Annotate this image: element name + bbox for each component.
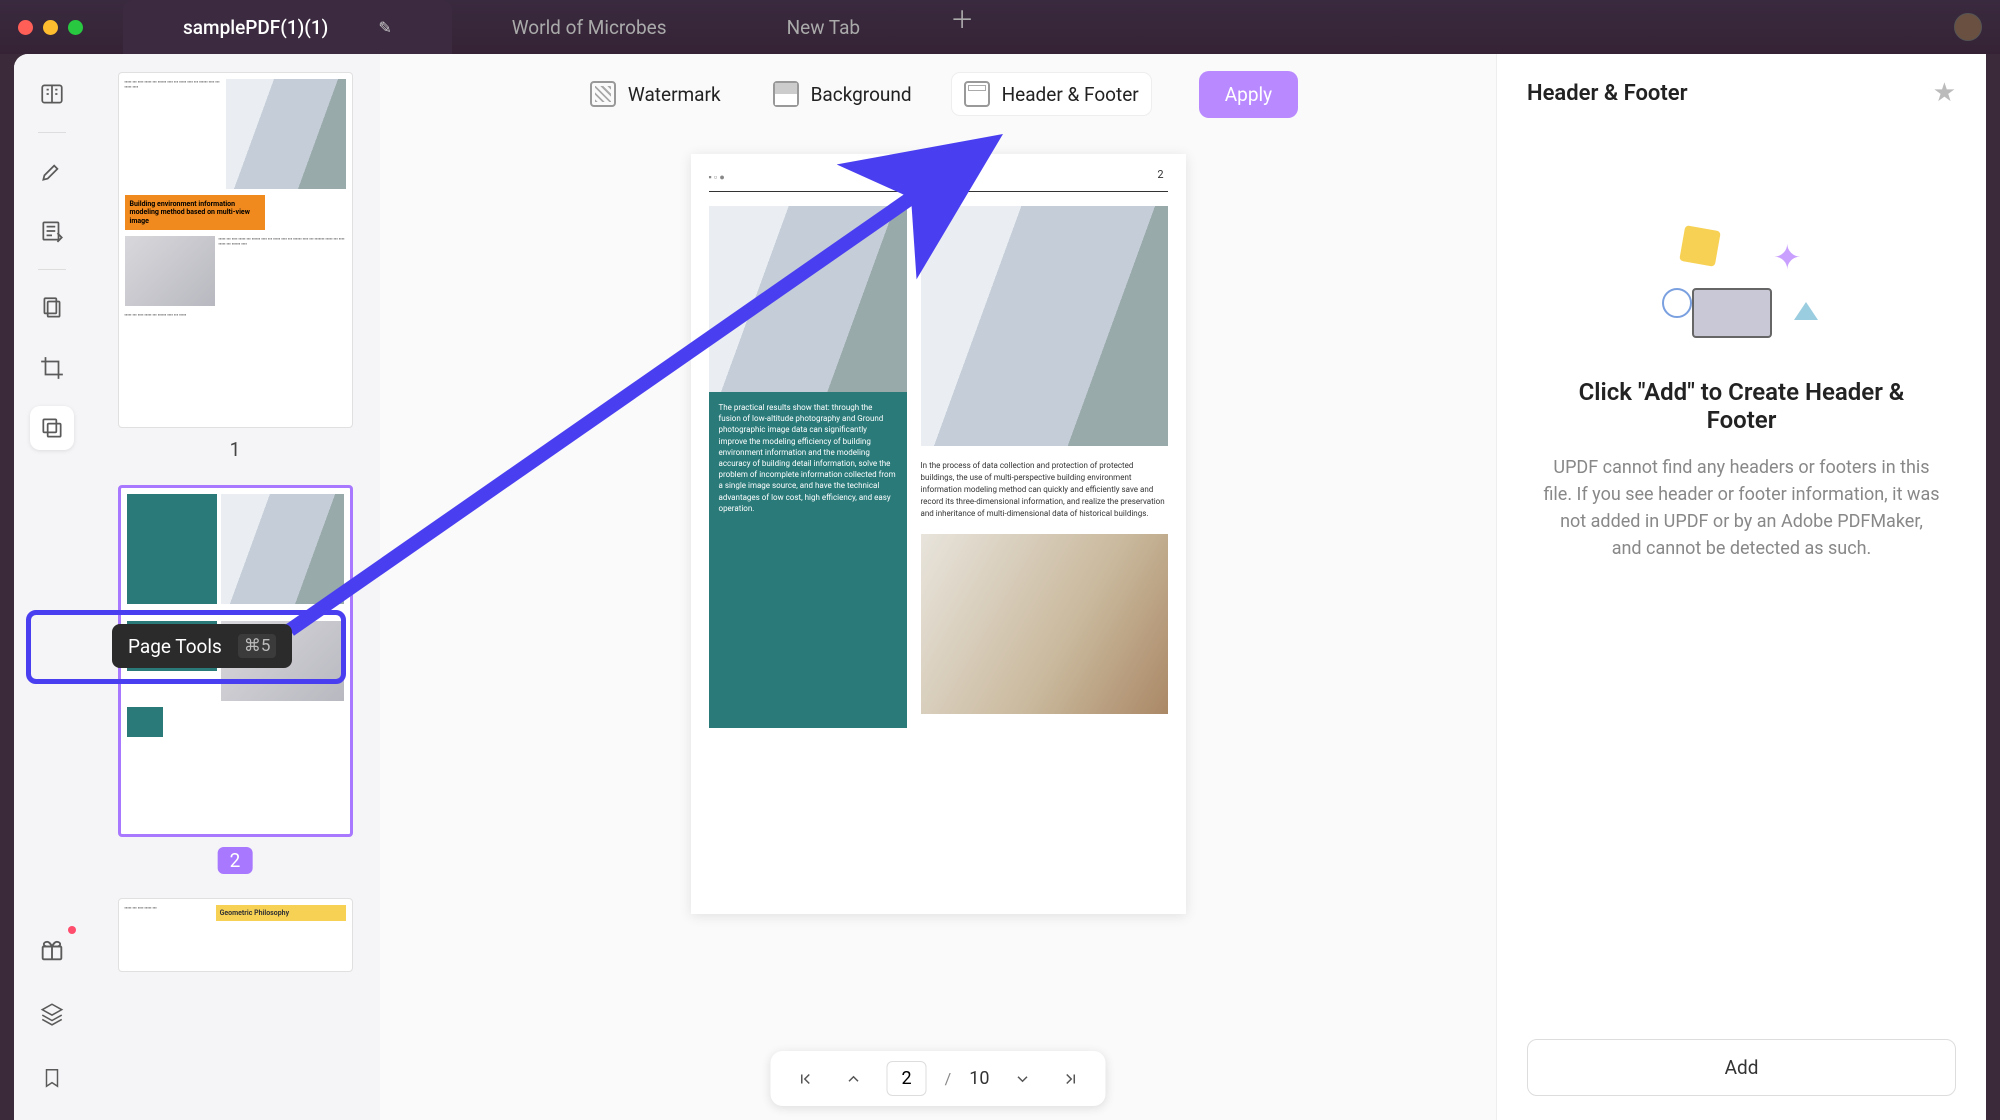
crop-button[interactable] <box>30 346 74 390</box>
header-footer-button[interactable]: Header & Footer <box>952 73 1151 115</box>
thumbnail-page-3[interactable]: ▪▪▪▪▪ ▪▪▪ ▪▪▪▪ ▪▪▪▪▪ ▪▪▪ Geometric Philo… <box>118 898 353 972</box>
first-page-button[interactable] <box>791 1064 821 1094</box>
add-header-footer-button[interactable]: Add <box>1527 1039 1956 1096</box>
thumb3-title: Geometric Philosophy <box>216 905 346 921</box>
background-label: Background <box>811 83 912 106</box>
watermark-label: Watermark <box>628 83 721 106</box>
tab-new-tab[interactable]: New Tab <box>727 0 921 54</box>
edit-text-button[interactable] <box>30 209 74 253</box>
page-body-text: In the process of data collection and pr… <box>921 460 1168 520</box>
gift-button[interactable] <box>30 928 74 972</box>
page-separator: / <box>945 1069 952 1088</box>
background-button[interactable]: Background <box>761 73 924 115</box>
page-number: 2 <box>1157 168 1163 181</box>
maximize-window-button[interactable] <box>68 20 83 35</box>
apply-button[interactable]: Apply <box>1199 71 1298 118</box>
layers-button[interactable] <box>30 992 74 1036</box>
tab-label: World of Microbes <box>512 16 667 39</box>
header-footer-label: Header & Footer <box>1002 83 1139 106</box>
tooltip-shortcut: ⌘5 <box>238 634 277 658</box>
new-tab-button[interactable]: ＋ <box>920 0 1004 54</box>
tab-label: New Tab <box>787 16 861 39</box>
page-image-2 <box>921 206 1168 446</box>
favorite-star-button[interactable]: ★ <box>1933 78 1956 108</box>
bookmark-button[interactable] <box>30 1056 74 1100</box>
page-teal-text: The practical results show that: through… <box>709 392 907 652</box>
pencil-icon[interactable]: ✎ <box>378 18 391 37</box>
close-window-button[interactable] <box>18 20 33 35</box>
add-label: Add <box>1725 1056 1759 1079</box>
page-image-1 <box>709 206 907 392</box>
watermark-icon <box>590 81 616 107</box>
thumbnail-label-1: 1 <box>116 438 354 461</box>
total-pages: 10 <box>969 1068 989 1089</box>
page-tools-tooltip: Page Tools ⌘5 <box>112 624 292 668</box>
page-navigator: 2 / 10 <box>771 1051 1106 1106</box>
thumbnail-page-1[interactable]: ▪▪▪▪▪ ▪▪▪ ▪▪▪▪ ▪▪▪▪▪ ▪▪▪ ▪▪▪▪▪▪ ▪▪▪▪ ▪▪▪… <box>118 72 353 428</box>
last-page-button[interactable] <box>1055 1064 1085 1094</box>
notification-dot-icon <box>68 926 76 934</box>
empty-state-title: Click "Add" to Create Header & Footer <box>1527 378 1956 434</box>
minimize-window-button[interactable] <box>43 20 58 35</box>
tab-bar: samplePDF(1)(1) ✎ World of Microbes New … <box>123 0 1954 54</box>
tooltip-label: Page Tools <box>128 635 222 658</box>
right-panel: Header & Footer ★ ✦ Click "Add" to Creat… <box>1496 54 1986 1120</box>
page-tools-toolbar: Watermark Background Header & Footer App… <box>380 54 1496 134</box>
organize-pages-button[interactable] <box>30 286 74 330</box>
prev-page-button[interactable] <box>839 1064 869 1094</box>
page-canvas[interactable]: ▪ ▫ ● 2 The practical results show that:… <box>380 134 1496 1120</box>
page-tools-button[interactable] <box>30 406 74 450</box>
empty-state-description: UPDF cannot find any headers or footers … <box>1527 454 1956 562</box>
titlebar: samplePDF(1)(1) ✎ World of Microbes New … <box>0 0 2000 54</box>
highlighter-button[interactable] <box>30 149 74 193</box>
window-controls <box>18 20 83 35</box>
left-toolbar <box>14 54 90 1120</box>
right-panel-title: Header & Footer <box>1527 81 1688 106</box>
thumb1-title: Building environment information modelin… <box>125 195 265 230</box>
page-preview: ▪ ▫ ● 2 The practical results show that:… <box>691 154 1186 914</box>
empty-state-illustration: ✦ <box>1652 228 1832 348</box>
thumbnail-label-2: 2 <box>218 847 253 874</box>
next-page-button[interactable] <box>1007 1064 1037 1094</box>
tab-label: samplePDF(1)(1) <box>183 16 328 39</box>
background-icon <box>773 81 799 107</box>
reader-mode-button[interactable] <box>30 72 74 116</box>
user-avatar[interactable] <box>1954 13 1982 41</box>
tab-samplepdf[interactable]: samplePDF(1)(1) ✎ <box>123 0 452 54</box>
apply-label: Apply <box>1225 83 1272 106</box>
watermark-button[interactable]: Watermark <box>578 73 733 115</box>
main-canvas-area: Watermark Background Header & Footer App… <box>380 54 1496 1120</box>
current-page-input[interactable]: 2 <box>887 1061 927 1096</box>
page-image-3 <box>921 534 1168 714</box>
tab-world-of-microbes[interactable]: World of Microbes <box>452 0 727 54</box>
header-footer-icon <box>964 81 990 107</box>
thumbnail-panel: ▪▪▪▪▪ ▪▪▪ ▪▪▪▪ ▪▪▪▪▪ ▪▪▪ ▪▪▪▪▪▪ ▪▪▪▪ ▪▪▪… <box>90 54 380 1120</box>
